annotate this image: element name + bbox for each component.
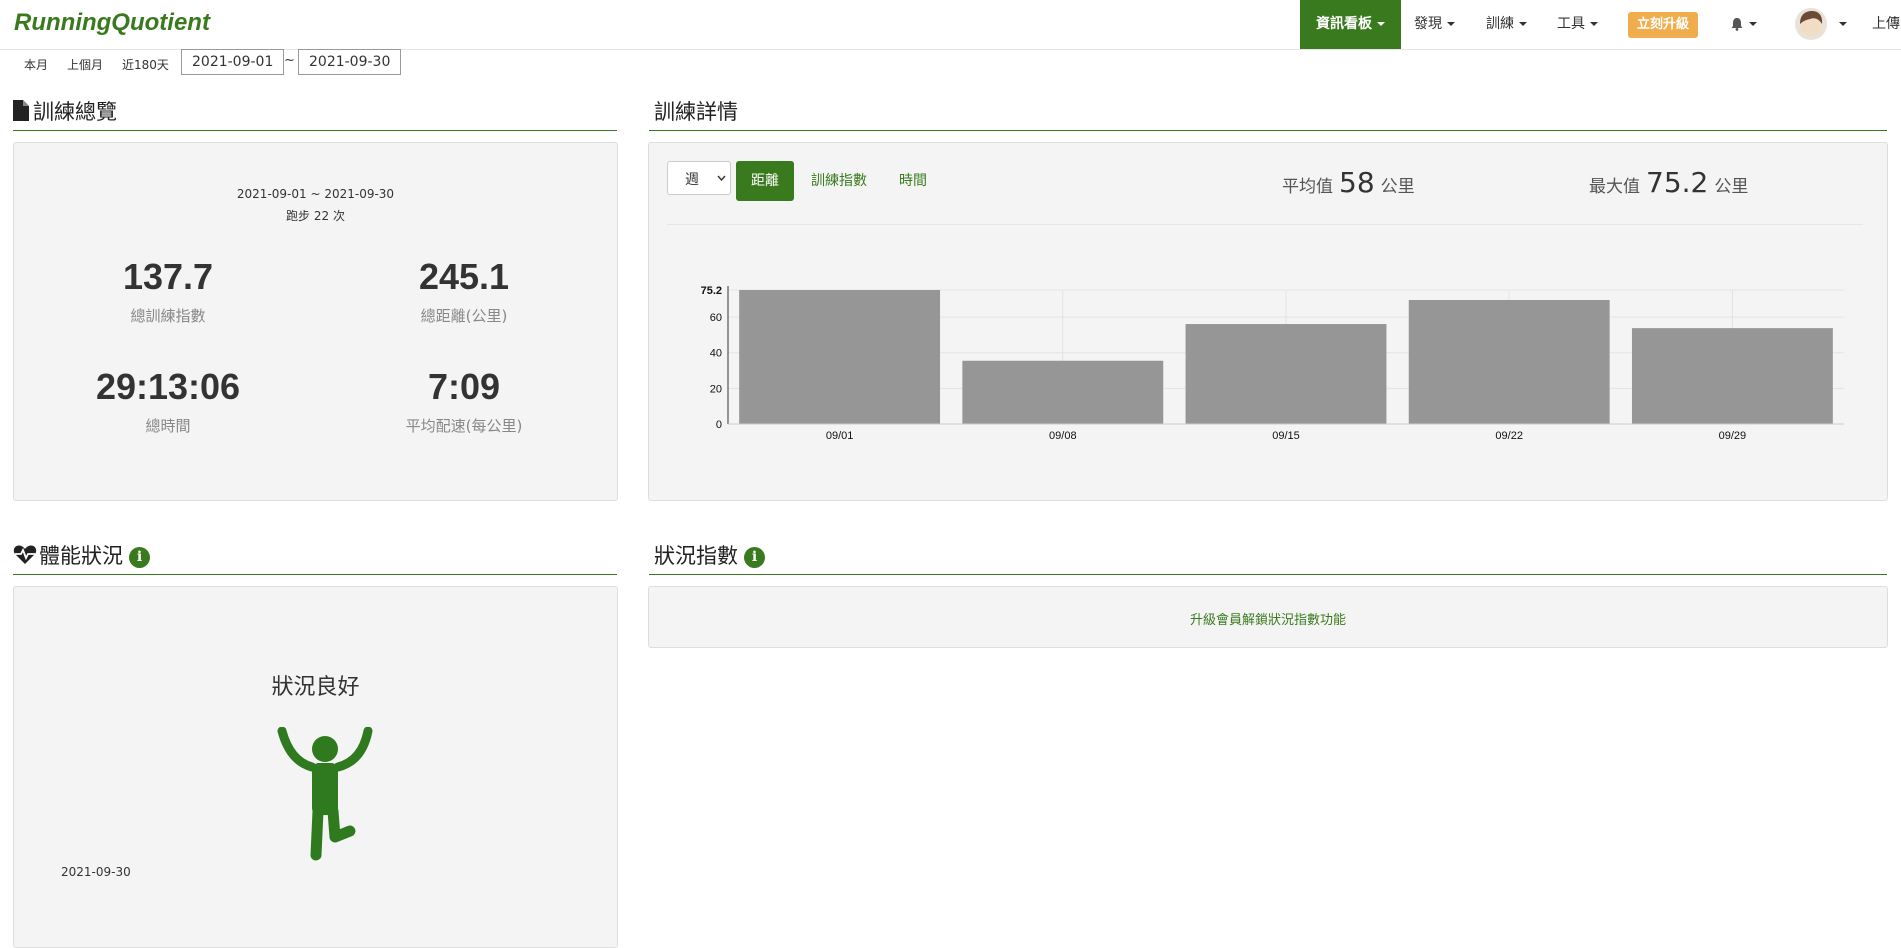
- period-select[interactable]: 週: [667, 161, 731, 195]
- divider: [649, 130, 1887, 131]
- happy-person-icon: [277, 727, 373, 861]
- fitness-title: 體能狀況: [39, 544, 123, 568]
- x-tick-label: 09/15: [1272, 430, 1300, 442]
- overview-run-count: 跑步 22 次: [286, 209, 345, 223]
- chevron-down-icon: [1749, 22, 1757, 26]
- fitness-status: 狀況良好: [271, 675, 360, 700]
- avg-pace-value: 7:09: [427, 366, 501, 407]
- nav-tools[interactable]: 工具: [1557, 0, 1598, 49]
- average-value: 58: [1339, 166, 1375, 199]
- divider: [667, 224, 1863, 225]
- chevron-down-icon: [717, 175, 726, 181]
- x-tick-label: 09/29: [1719, 430, 1747, 442]
- chevron-down-icon: [1519, 22, 1527, 26]
- fitness-date: 2021-09-30: [61, 865, 131, 879]
- y-tick-label: 40: [710, 348, 722, 360]
- range-this-month[interactable]: 本月: [24, 56, 48, 73]
- nav-upload[interactable]: 上傳: [1872, 0, 1900, 49]
- fitness-header: 體能狀況 i: [13, 540, 150, 570]
- y-tick-label: 60: [710, 312, 722, 324]
- nav-training-label: 訓練: [1486, 16, 1514, 32]
- chart-bar: [1631, 328, 1833, 424]
- start-date-input[interactable]: 2021-09-01: [181, 49, 285, 75]
- avatar[interactable]: [1795, 8, 1827, 40]
- x-tick-label: 09/22: [1495, 430, 1523, 442]
- upgrade-button[interactable]: 立刻升級: [1628, 12, 1699, 38]
- metric-training-index-button[interactable]: 訓練指數: [811, 161, 867, 201]
- range-last-month[interactable]: 上個月: [67, 56, 103, 73]
- range-last-180[interactable]: 近180天: [122, 56, 169, 73]
- nav-discover[interactable]: 發現: [1414, 0, 1455, 49]
- x-tick-label: 09/08: [1049, 430, 1077, 442]
- maximum-label: 最大值: [1589, 177, 1640, 197]
- average-label: 平均值: [1282, 177, 1333, 197]
- metric-distance-button[interactable]: 距離: [736, 161, 794, 201]
- unlock-condition-link[interactable]: 升級會員解鎖狀況指數功能: [649, 609, 1887, 628]
- info-icon[interactable]: i: [744, 547, 765, 568]
- x-tick-label: 09/01: [826, 430, 854, 442]
- metric-time-button[interactable]: 時間: [899, 161, 927, 201]
- total-time-value: 29:13:06: [95, 366, 241, 407]
- bell-icon: [1731, 18, 1743, 31]
- nav-dashboard[interactable]: 資訊看板: [1300, 0, 1401, 49]
- chevron-down-icon: [1447, 22, 1455, 26]
- details-title: 訓練詳情: [654, 100, 738, 124]
- top-navbar: RunningQuotient 資訊看板 發現 訓練 工具 立刻升級 上傳: [0, 0, 1901, 50]
- info-icon[interactable]: i: [129, 547, 150, 568]
- total-distance-label: 總距離(公里): [420, 307, 508, 325]
- divider: [13, 574, 617, 575]
- total-training-index-value: 137.7: [122, 256, 214, 297]
- divider: [13, 130, 617, 131]
- nav-training[interactable]: 訓練: [1486, 0, 1527, 49]
- notifications-button[interactable]: [1730, 0, 1757, 49]
- divider: [649, 574, 1887, 575]
- y-tick-label: 0: [716, 419, 722, 431]
- chevron-down-icon: [1590, 22, 1598, 26]
- nav-discover-label: 發現: [1414, 16, 1442, 32]
- chart-bar: [1185, 324, 1387, 424]
- overview-panel: 2021-09-01 ~ 2021-09-30 跑步 22 次 137.7 總訓…: [13, 142, 618, 501]
- chevron-down-icon[interactable]: [1839, 22, 1847, 26]
- condition-panel: 升級會員解鎖狀況指數功能: [648, 586, 1888, 648]
- period-select-value: 週: [685, 172, 699, 188]
- nav-dashboard-label: 資訊看板: [1316, 16, 1372, 32]
- average-summary: 平均值 58 公里: [1282, 166, 1415, 199]
- condition-title: 狀況指數: [654, 544, 738, 568]
- heartbeat-icon: [13, 545, 37, 564]
- average-unit: 公里: [1380, 177, 1415, 197]
- overview-header: 訓練總覽: [13, 96, 117, 126]
- overview-range: 2021-09-01 ~ 2021-09-30: [236, 187, 395, 201]
- chart-bar: [739, 290, 941, 424]
- end-date-input[interactable]: 2021-09-30: [298, 49, 402, 75]
- y-tick-label: 20: [710, 383, 722, 395]
- avg-pace-label: 平均配速(每公里): [405, 417, 523, 435]
- chevron-down-icon: [1377, 22, 1385, 26]
- total-training-index-label: 總訓練指數: [130, 307, 206, 325]
- maximum-value: 75.2: [1646, 166, 1709, 199]
- maximum-summary: 最大值 75.2 公里: [1589, 166, 1748, 199]
- chart-bar: [962, 360, 1164, 424]
- date-separator: ~: [284, 53, 295, 68]
- y-tick-label: 75.2: [701, 285, 722, 297]
- document-icon: [13, 100, 29, 121]
- overview-title: 訓練總覽: [33, 100, 117, 124]
- chart-bar: [1408, 299, 1610, 424]
- brand-logo[interactable]: RunningQuotient: [14, 9, 210, 37]
- total-time-label: 總時間: [145, 417, 191, 435]
- distance-bar-chart: 0 20 40 60 75.2 09/01 09/08 09/15 09/22 09/29: [701, 285, 1844, 442]
- fitness-panel: 狀況良好 2021-09-30: [13, 586, 618, 948]
- condition-header: 狀況指數 i: [654, 540, 765, 570]
- total-distance-value: 245.1: [418, 256, 510, 297]
- maximum-unit: 公里: [1714, 177, 1749, 197]
- nav-tools-label: 工具: [1557, 16, 1585, 32]
